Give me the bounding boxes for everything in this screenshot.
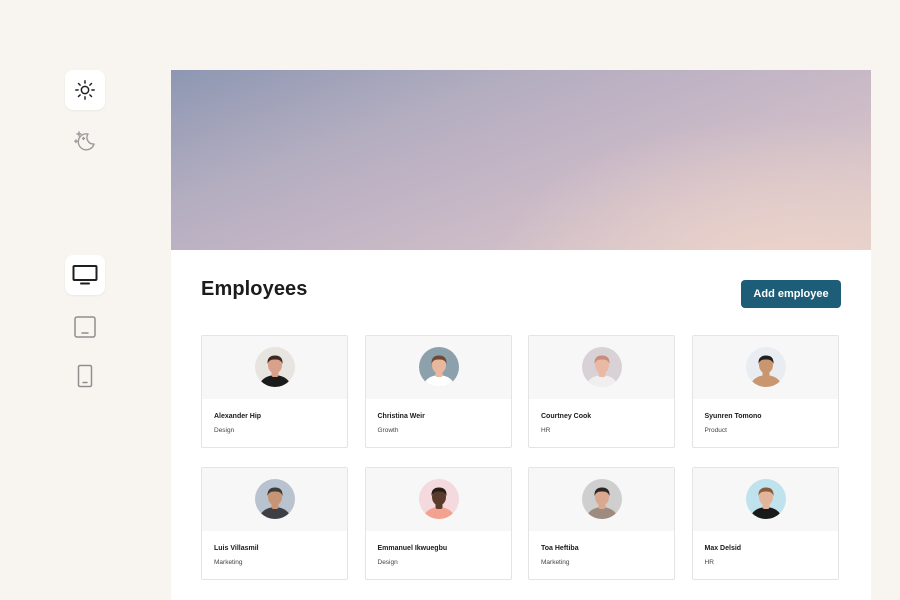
light-theme-button[interactable]	[65, 70, 105, 110]
mobile-icon	[77, 364, 93, 388]
employee-card[interactable]: Max Delsid HR	[691, 467, 839, 580]
moon-stars-icon	[74, 131, 95, 151]
employee-department: HR	[541, 427, 551, 434]
page-title: Employees	[201, 278, 308, 300]
avatar	[582, 479, 622, 519]
employee-name: Syunren Tomono	[704, 413, 762, 420]
employee-card-header	[365, 336, 511, 399]
employee-card-header	[692, 468, 838, 531]
employee-card[interactable]: Luis Villasmil Marketing	[201, 467, 348, 580]
mobile-view-button[interactable]	[65, 356, 105, 396]
avatar	[745, 347, 786, 387]
employee-card-header	[202, 468, 347, 531]
employee-name: Courtney Cook	[541, 413, 592, 420]
employee-card[interactable]: Alexander Hip Design	[201, 335, 348, 448]
employee-name: Alexander Hip	[214, 413, 262, 420]
tablet-icon	[74, 316, 96, 338]
avatar	[745, 479, 786, 519]
employee-card-header	[692, 336, 838, 399]
avatar	[418, 347, 459, 387]
employee-card-header	[365, 468, 511, 531]
employee-name: Christina Weir	[377, 413, 425, 420]
employee-card-header	[202, 336, 347, 399]
employee-name: Toa Heftiba	[541, 545, 579, 552]
employee-department: Product	[704, 427, 727, 434]
employee-department: Design	[377, 559, 398, 566]
main-panel: Employees Add employee Alexander Hip Desi…	[171, 70, 871, 600]
employee-name: Emmanuel Ikwuegbu	[377, 545, 448, 552]
desktop-view-button[interactable]	[65, 255, 105, 295]
employee-name: Luis Villasmil	[214, 545, 259, 552]
avatar	[582, 347, 622, 387]
sun-icon	[75, 80, 95, 100]
add-employee-button[interactable]: Add employee	[741, 280, 841, 308]
dark-theme-button[interactable]	[65, 120, 105, 160]
avatar	[418, 479, 459, 519]
desktop-icon	[72, 265, 98, 285]
employee-card[interactable]: Syunren Tomono Product	[691, 335, 839, 448]
hero-banner	[171, 70, 871, 250]
employee-department: Marketing	[541, 559, 570, 566]
employee-department: Growth	[377, 427, 399, 434]
avatar	[255, 347, 295, 387]
employee-name: Max Delsid	[704, 545, 742, 552]
tablet-view-button[interactable]	[65, 307, 105, 347]
employee-department: Design	[214, 427, 235, 434]
employee-card[interactable]: Toa Heftiba Marketing	[528, 467, 675, 580]
avatar	[255, 479, 295, 519]
employee-card-header	[529, 468, 674, 531]
employee-department: HR	[704, 559, 714, 566]
employee-card[interactable]: Christina Weir Growth	[364, 335, 512, 448]
employee-card[interactable]: Emmanuel Ikwuegbu Design	[364, 467, 512, 580]
employee-department: Marketing	[214, 559, 243, 566]
employee-card[interactable]: Courtney Cook HR	[528, 335, 675, 448]
employee-card-header	[529, 336, 674, 399]
